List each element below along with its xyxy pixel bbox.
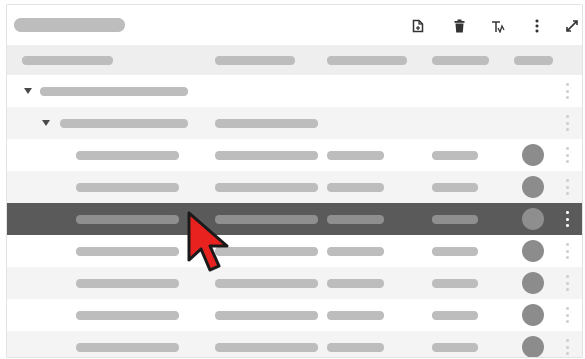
table-row[interactable] xyxy=(7,267,582,299)
cell-placeholder xyxy=(76,311,179,320)
column-header[interactable] xyxy=(215,56,295,65)
cell-placeholder xyxy=(215,279,318,288)
column-header[interactable] xyxy=(432,56,489,65)
data-table-card xyxy=(6,4,583,358)
row-more-icon[interactable] xyxy=(564,243,570,259)
cell-placeholder xyxy=(327,215,384,224)
group-value xyxy=(215,119,318,128)
table-header-row xyxy=(7,45,582,75)
column-header[interactable] xyxy=(514,56,553,65)
table-row[interactable] xyxy=(7,139,582,171)
row-more-icon[interactable] xyxy=(564,339,570,355)
status-dot xyxy=(522,144,544,166)
cell-placeholder xyxy=(327,343,384,352)
row-more-icon[interactable] xyxy=(564,307,570,323)
group-label xyxy=(40,87,188,96)
row-more-icon[interactable] xyxy=(564,83,570,99)
status-dot xyxy=(522,240,544,262)
row-more-icon[interactable] xyxy=(564,275,570,291)
status-dot xyxy=(522,304,544,326)
format-icon xyxy=(492,21,505,33)
more-options-button[interactable] xyxy=(525,15,549,37)
cell-placeholder xyxy=(76,247,179,256)
cell-placeholder xyxy=(215,215,318,224)
collapse-triangle-icon[interactable] xyxy=(42,120,50,126)
group-row[interactable] xyxy=(7,107,582,139)
format-button[interactable] xyxy=(486,15,510,37)
add-document-button[interactable] xyxy=(406,15,430,37)
cell-placeholder xyxy=(76,183,179,192)
group-row[interactable] xyxy=(7,75,582,107)
cell-placeholder xyxy=(76,343,179,352)
expand-icon xyxy=(566,20,578,32)
cell-placeholder xyxy=(432,343,478,352)
table-toolbar xyxy=(7,5,582,45)
cell-placeholder xyxy=(327,183,384,192)
status-dot xyxy=(522,176,544,198)
cell-placeholder xyxy=(327,279,384,288)
group-label xyxy=(60,119,188,128)
status-dot xyxy=(522,208,544,230)
row-more-icon[interactable] xyxy=(564,179,570,195)
cell-placeholder xyxy=(432,247,478,256)
column-header[interactable] xyxy=(22,56,113,65)
delete-icon xyxy=(454,19,464,33)
row-more-icon[interactable] xyxy=(564,211,570,227)
more-vert-icon xyxy=(535,19,539,33)
cell-placeholder xyxy=(327,247,384,256)
table-row[interactable] xyxy=(7,171,582,203)
row-more-icon[interactable] xyxy=(564,147,570,163)
status-dot xyxy=(522,272,544,294)
cell-placeholder xyxy=(432,279,478,288)
cell-placeholder xyxy=(76,151,179,160)
table-row-selected[interactable] xyxy=(7,203,582,235)
status-dot xyxy=(522,336,544,357)
delete-button[interactable] xyxy=(447,15,471,37)
cell-placeholder xyxy=(432,311,478,320)
cell-placeholder xyxy=(432,183,478,192)
table-title-placeholder xyxy=(14,18,125,32)
cell-placeholder xyxy=(432,215,478,224)
cell-placeholder xyxy=(76,215,179,224)
cell-placeholder xyxy=(215,247,318,256)
column-header[interactable] xyxy=(327,56,407,65)
cell-placeholder xyxy=(327,311,384,320)
table-row[interactable] xyxy=(7,331,582,357)
cell-placeholder xyxy=(215,343,318,352)
cell-placeholder xyxy=(327,151,384,160)
cell-placeholder xyxy=(215,311,318,320)
table-row[interactable] xyxy=(7,299,582,331)
cell-placeholder xyxy=(215,151,318,160)
add-document-icon xyxy=(412,19,424,33)
collapse-triangle-icon[interactable] xyxy=(24,88,32,94)
cell-placeholder xyxy=(432,151,478,160)
row-more-icon[interactable] xyxy=(564,115,570,131)
table-row[interactable] xyxy=(7,235,582,267)
expand-button[interactable] xyxy=(560,15,582,37)
cell-placeholder xyxy=(215,183,318,192)
cell-placeholder xyxy=(76,279,179,288)
